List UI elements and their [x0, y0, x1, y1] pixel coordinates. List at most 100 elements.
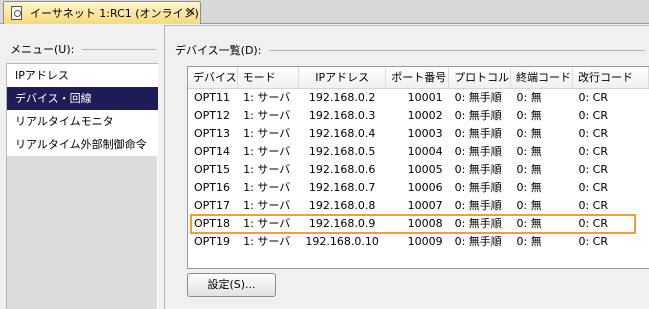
main-area: メニュー(U): IPアドレス デバイス・回線 リアルタイムモニタ リアルタイム…	[0, 25, 649, 309]
device-cell: OPT12	[194, 108, 231, 122]
ip-address-cell: 192.168.0.2	[308, 90, 376, 104]
ip-address-cell: 192.168.0.3	[308, 108, 376, 122]
mode-cell: 1: サーバ	[243, 91, 291, 105]
protocol-cell: 0: 無手順	[454, 127, 502, 140]
terminator-cell: 0: 無	[516, 217, 542, 230]
ip-address-cell: 192.168.0.10	[305, 234, 379, 248]
device-cell: OPT16	[194, 180, 231, 194]
protocol-cell: 0: 無手順	[454, 91, 502, 105]
table-row[interactable]: OPT13 1: サーバ 192.168.0.4 10003 0: 無手順 0: 無 0: …	[188, 124, 649, 142]
protocol-cell: 0: 無手順	[454, 199, 502, 212]
protocol-cell: 0: 無手順	[454, 181, 502, 194]
device-cell: OPT14	[194, 144, 231, 158]
port-cell: 10008	[407, 216, 443, 230]
port-cell: 10003	[407, 126, 443, 140]
table-row[interactable]: OPT18 1: サーバ 192.168.0.9 10008 0: 無手順 0: 無 0: …	[188, 214, 649, 232]
newline-cell: 0: CR	[578, 90, 608, 104]
terminator-cell: 0: 無	[516, 127, 542, 140]
menu-item-realtime-external-control[interactable]: リアルタイム外部制御命令	[7, 133, 158, 156]
protocol-cell: 0: 無手順	[454, 109, 502, 122]
mode-cell: 1: サーバ	[243, 217, 291, 230]
protocol-cell: 0: 無手順	[454, 235, 502, 248]
menu-item-device-line[interactable]: デバイス・回線	[7, 87, 158, 110]
tab-strip: イーサネット 1:RC1 (オンライン) ✕	[0, 0, 649, 24]
devices-header-label: デバイス一覧(D):	[175, 44, 262, 57]
table-header-row: デバイス モード IPアドレス ポート番号 プロトコル 終端コード 改行コード	[188, 67, 649, 89]
port-cell: 10002	[407, 108, 443, 122]
column-header-protocol[interactable]: プロトコル	[448, 67, 512, 89]
device-cell: OPT19	[194, 234, 231, 248]
document-icon	[9, 5, 25, 21]
newline-cell: 0: CR	[578, 180, 608, 194]
protocol-cell: 0: 無手順	[454, 163, 502, 176]
table-row[interactable]: OPT11 1: サーバ 192.168.0.2 10001 0: 無手順 0: 無 0: …	[188, 88, 649, 106]
newline-cell: 0: CR	[578, 234, 608, 248]
terminator-cell: 0: 無	[516, 109, 542, 122]
devices-pane: デバイス一覧(D): デバイス モード IPアドレス ポート番号 プロトコル 終…	[164, 25, 649, 309]
protocol-cell: 0: 無手順	[454, 217, 502, 230]
port-cell: 10009	[407, 234, 443, 248]
newline-cell: 0: CR	[578, 162, 608, 176]
port-cell: 10005	[407, 162, 443, 176]
newline-cell: 0: CR	[578, 144, 608, 158]
newline-cell: 0: CR	[578, 216, 608, 230]
menu-header-divider	[82, 49, 156, 50]
terminator-cell: 0: 無	[516, 181, 542, 194]
ip-address-cell: 192.168.0.4	[308, 126, 376, 140]
protocol-cell: 0: 無手順	[454, 145, 502, 158]
menu-item-ip-address[interactable]: IPアドレス	[7, 64, 158, 87]
menu-list[interactable]: IPアドレス デバイス・回線 リアルタイムモニタ リアルタイム外部制御命令	[6, 63, 158, 309]
terminator-cell: 0: 無	[516, 199, 542, 212]
menu-header-label: メニュー(U):	[10, 43, 75, 56]
table-row[interactable]: OPT14 1: サーバ 192.168.0.5 10004 0: 無手順 0: 無 0: …	[188, 142, 649, 160]
column-header-newline[interactable]: 改行コード	[572, 67, 649, 89]
ip-address-cell: 192.168.0.8	[308, 198, 376, 212]
terminator-cell: 0: 無	[516, 163, 542, 176]
port-cell: 10001	[407, 90, 443, 104]
close-icon[interactable]: ✕	[185, 5, 196, 20]
terminator-cell: 0: 無	[516, 91, 542, 105]
device-cell: OPT18	[194, 216, 231, 230]
mode-cell: 1: サーバ	[243, 181, 291, 194]
port-cell: 10007	[407, 198, 443, 212]
mode-cell: 1: サーバ	[243, 109, 291, 122]
menu-header: メニュー(U):	[10, 41, 156, 57]
device-cell: OPT15	[194, 162, 231, 176]
mode-cell: 1: サーバ	[243, 163, 291, 176]
port-cell: 10004	[407, 144, 443, 158]
terminator-cell: 0: 無	[516, 145, 542, 158]
tab-title: イーサネット 1:RC1 (オンライン)	[30, 7, 199, 20]
ip-address-cell: 192.168.0.5	[308, 144, 376, 158]
column-header-mode[interactable]: モード	[237, 67, 300, 89]
mode-cell: 1: サーバ	[243, 127, 291, 140]
device-cell: OPT13	[194, 126, 231, 140]
tab-ethernet-rc1[interactable]: イーサネット 1:RC1 (オンライン) ✕	[3, 1, 201, 24]
table-row[interactable]: OPT17 1: サーバ 192.168.0.8 10007 0: 無手順 0: 無 0: …	[188, 196, 649, 214]
settings-button[interactable]: 設定(S)...	[187, 273, 276, 297]
ip-address-cell: 192.168.0.9	[308, 216, 376, 230]
menu-pane: メニュー(U): IPアドレス デバイス・回線 リアルタイムモニタ リアルタイム…	[4, 32, 158, 309]
device-table: デバイス モード IPアドレス ポート番号 プロトコル 終端コード 改行コード …	[187, 66, 649, 269]
column-header-ip-address[interactable]: IPアドレス	[298, 67, 387, 89]
table-row[interactable]: OPT12 1: サーバ 192.168.0.3 10002 0: 無手順 0: 無 0: …	[188, 106, 649, 124]
devices-header-divider	[269, 50, 645, 51]
mode-cell: 1: サーバ	[243, 235, 291, 248]
port-cell: 10006	[407, 180, 443, 194]
terminator-cell: 0: 無	[516, 235, 542, 248]
newline-cell: 0: CR	[578, 198, 608, 212]
device-cell: OPT17	[194, 198, 231, 212]
column-header-device[interactable]: デバイス	[188, 67, 238, 89]
table-row[interactable]: OPT15 1: サーバ 192.168.0.6 10005 0: 無手順 0: 無 0: …	[188, 160, 649, 178]
mode-cell: 1: サーバ	[243, 199, 291, 212]
table-row[interactable]: OPT16 1: サーバ 192.168.0.7 10006 0: 無手順 0: 無 0: …	[188, 178, 649, 196]
ip-address-cell: 192.168.0.7	[308, 180, 376, 194]
ip-address-cell: 192.168.0.6	[308, 162, 376, 176]
devices-header: デバイス一覧(D):	[175, 42, 645, 58]
newline-cell: 0: CR	[578, 108, 608, 122]
menu-list-empty-area	[7, 156, 157, 309]
column-header-terminator[interactable]: 終端コード	[510, 67, 573, 89]
menu-item-realtime-monitor[interactable]: リアルタイムモニタ	[7, 110, 158, 133]
table-row[interactable]: OPT19 1: サーバ 192.168.0.10 10009 0: 無手順 0: 無 0:…	[188, 232, 649, 250]
column-header-port[interactable]: ポート番号	[385, 67, 450, 89]
device-cell: OPT11	[194, 90, 231, 104]
